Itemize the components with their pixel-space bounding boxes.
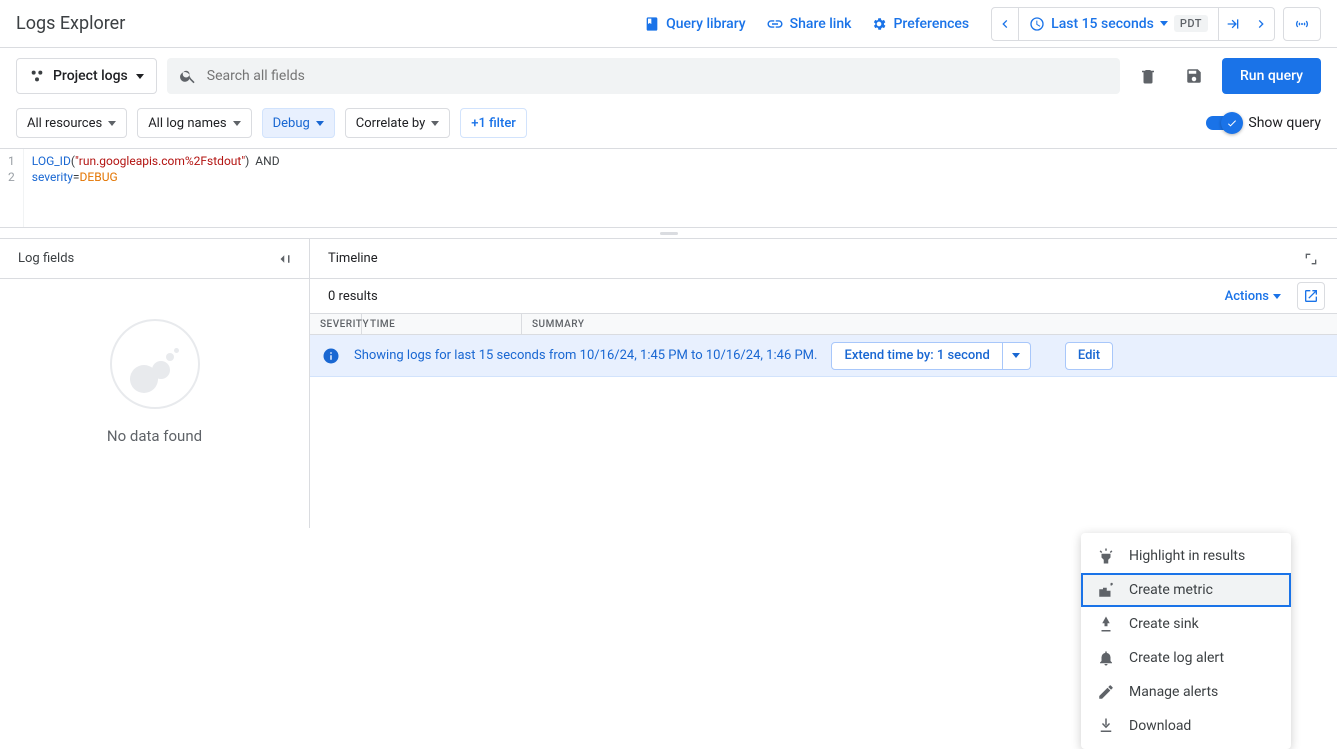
stream-logs-button[interactable]	[1283, 7, 1321, 41]
log-names-filter-chip[interactable]: All log names	[137, 108, 251, 138]
search-icon	[179, 67, 197, 85]
timezone-chip: PDT	[1174, 15, 1208, 32]
check-icon	[1226, 117, 1238, 129]
popout-button[interactable]	[1297, 282, 1325, 310]
time-range-button[interactable]: Last 15 seconds PDT	[1019, 7, 1219, 41]
no-data-illustration	[110, 319, 200, 409]
jump-to-now-button[interactable]	[1219, 7, 1247, 41]
menu-item-label: Create log alert	[1129, 650, 1224, 666]
log-names-filter-label: All log names	[148, 116, 226, 131]
more-filters-chip[interactable]: +1 filter	[460, 108, 527, 138]
chevron-down-icon	[233, 121, 241, 126]
col-summary: SUMMARY	[522, 319, 1337, 330]
chevron-down-icon	[108, 121, 116, 126]
expand-icon	[1303, 251, 1319, 267]
collapse-panel-button[interactable]	[271, 245, 299, 273]
share-link-button[interactable]: Share link	[756, 9, 862, 39]
menu-item-label: Highlight in results	[1129, 548, 1245, 564]
jump-to-end-icon	[1225, 16, 1241, 32]
link-icon	[766, 15, 784, 33]
menu-item-label: Download	[1129, 718, 1191, 734]
menu-item-download[interactable]: Download	[1081, 709, 1291, 743]
gear-icon	[871, 16, 887, 32]
clock-icon	[1029, 16, 1045, 32]
chevron-left-icon	[997, 16, 1013, 32]
no-data-label: No data found	[107, 427, 202, 445]
search-bar[interactable]	[167, 58, 1120, 94]
menu-item-label: Create sink	[1129, 616, 1199, 632]
timeline-title: Timeline	[328, 251, 378, 266]
book-icon	[644, 16, 660, 32]
time-range-label: Last 15 seconds	[1051, 16, 1154, 32]
menu-item-sink[interactable]: Create sink	[1081, 607, 1291, 641]
chevron-down-icon	[431, 121, 439, 126]
resources-filter-chip[interactable]: All resources	[16, 108, 127, 138]
info-bar: Showing logs for last 15 seconds from 10…	[310, 335, 1337, 377]
trash-icon	[1139, 67, 1157, 85]
menu-item-metric[interactable]: Create metric	[1081, 573, 1291, 607]
time-prev-button[interactable]	[991, 7, 1019, 41]
chevron-down-icon	[1273, 294, 1281, 299]
run-query-button[interactable]: Run query	[1222, 58, 1321, 94]
actions-menu-button[interactable]: Actions	[1225, 289, 1281, 304]
severity-filter-chip[interactable]: Debug	[262, 108, 335, 138]
project-scope-label: Project logs	[53, 68, 128, 84]
highlight-icon	[1097, 547, 1115, 565]
page-title: Logs Explorer	[16, 13, 125, 34]
query-library-label: Query library	[666, 16, 746, 32]
col-severity: SEVERITY	[310, 314, 362, 334]
metric-icon	[1097, 581, 1115, 599]
download-icon	[1097, 717, 1115, 735]
extend-time-dropdown[interactable]	[1003, 342, 1031, 370]
col-time: TIME	[362, 314, 522, 334]
sink-icon	[1097, 615, 1115, 633]
show-query-toggle[interactable]	[1206, 116, 1240, 130]
preferences-label: Preferences	[893, 16, 969, 32]
results-table-header: SEVERITY TIME SUMMARY	[310, 313, 1337, 335]
resources-filter-label: All resources	[27, 116, 102, 131]
delete-button[interactable]	[1130, 58, 1166, 94]
expand-timeline-button[interactable]	[1297, 245, 1325, 273]
results-count: 0 results	[328, 289, 378, 304]
query-editor[interactable]: 12 LOG_ID("run.googleapis.com%2Fstdout")…	[0, 148, 1337, 228]
filter-icon	[29, 68, 45, 84]
menu-item-alert[interactable]: Create log alert	[1081, 641, 1291, 675]
chevron-down-icon	[1160, 21, 1168, 26]
popout-icon	[1303, 288, 1319, 304]
query-library-button[interactable]: Query library	[634, 10, 756, 38]
edit-time-button[interactable]: Edit	[1065, 342, 1113, 370]
menu-item-label: Manage alerts	[1129, 684, 1218, 700]
menu-item-manage[interactable]: Manage alerts	[1081, 675, 1291, 709]
chevron-down-icon	[1012, 353, 1020, 358]
chevron-down-icon	[316, 121, 324, 126]
manage-icon	[1097, 683, 1115, 701]
correlate-filter-chip[interactable]: Correlate by	[345, 108, 450, 138]
save-icon	[1185, 67, 1203, 85]
info-bar-text: Showing logs for last 15 seconds from 10…	[354, 348, 817, 363]
actions-label: Actions	[1225, 289, 1269, 304]
preferences-button[interactable]: Preferences	[861, 10, 979, 38]
actions-menu: Highlight in results Create metric Create …	[1081, 533, 1291, 749]
share-link-label: Share link	[790, 16, 852, 32]
show-query-label: Show query	[1248, 115, 1321, 131]
menu-item-highlight[interactable]: Highlight in results	[1081, 539, 1291, 573]
save-button[interactable]	[1176, 58, 1212, 94]
time-next-button[interactable]	[1247, 7, 1275, 41]
collapse-left-icon	[276, 250, 294, 268]
project-scope-button[interactable]: Project logs	[16, 58, 157, 94]
chevron-down-icon	[136, 74, 144, 79]
info-icon	[322, 347, 340, 365]
correlate-filter-label: Correlate by	[356, 116, 425, 131]
extend-time-button[interactable]: Extend time by: 1 second	[831, 342, 1002, 370]
more-filters-label: +1 filter	[471, 116, 516, 131]
chevron-right-icon	[1253, 16, 1269, 32]
search-input[interactable]	[207, 68, 1108, 84]
log-fields-title: Log fields	[18, 251, 74, 266]
resize-handle[interactable]	[0, 228, 1337, 238]
stream-icon	[1292, 16, 1312, 32]
alert-icon	[1097, 649, 1115, 667]
menu-item-label: Create metric	[1129, 582, 1213, 598]
editor-gutter: 12	[0, 149, 24, 227]
severity-filter-label: Debug	[273, 116, 310, 131]
